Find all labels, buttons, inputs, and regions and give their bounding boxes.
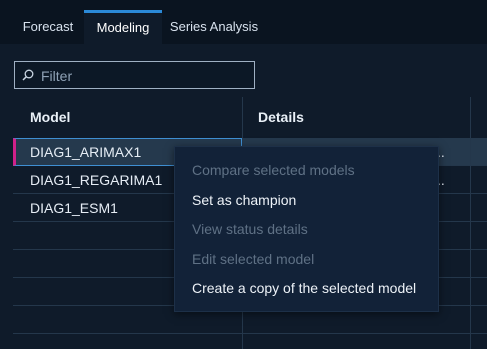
toolbar — [0, 44, 487, 96]
tab-bar: Forecast Modeling Series Analysis — [0, 0, 487, 44]
table-header: Model Details — [13, 97, 487, 139]
menu-item-set-as-champion[interactable]: Set as champion — [192, 188, 296, 212]
tab-series-analysis[interactable]: Series Analysis — [162, 10, 266, 44]
context-menu: Compare selected models Set as champion … — [174, 146, 439, 312]
column-divider — [470, 97, 471, 349]
menu-item-create-copy[interactable]: Create a copy of the selected model — [192, 276, 416, 300]
search-icon — [22, 69, 34, 81]
column-header-model[interactable]: Model — [30, 97, 70, 138]
column-header-details[interactable]: Details — [258, 97, 304, 138]
filter-input[interactable] — [39, 65, 253, 87]
tab-modeling[interactable]: Modeling — [84, 10, 162, 44]
model-name-cell: DIAG1_ESM1 — [30, 200, 118, 216]
model-name-cell: DIAG1_ARIMAX1 — [30, 144, 142, 160]
menu-item-compare-selected-models: Compare selected models — [192, 162, 355, 178]
tab-forecast[interactable]: Forecast — [12, 10, 84, 44]
menu-item-view-status-details: View status details — [192, 221, 308, 237]
menu-item-edit-selected-model: Edit selected model — [192, 251, 315, 267]
filter-box[interactable] — [14, 61, 255, 89]
model-name-cell: DIAG1_REGARIMA1 — [30, 172, 163, 188]
